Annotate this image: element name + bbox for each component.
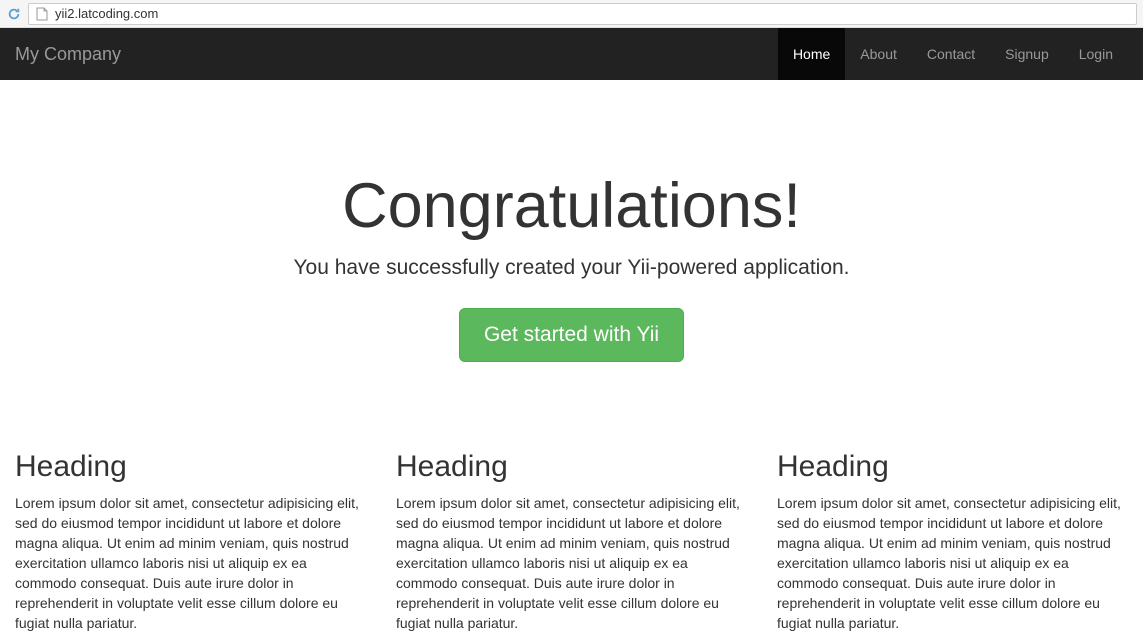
- feature-row: Heading Lorem ipsum dolor sit amet, cons…: [15, 450, 1128, 634]
- navbar-nav: Home About Contact Signup Login: [778, 28, 1128, 80]
- page-title: Congratulations!: [30, 170, 1113, 242]
- column-text: Lorem ipsum dolor sit amet, consectetur …: [777, 494, 1128, 634]
- url-text: yii2.latcoding.com: [55, 6, 1130, 21]
- get-started-button[interactable]: Get started with Yii: [459, 308, 684, 362]
- nav-item-home[interactable]: Home: [778, 28, 845, 80]
- page-icon: [35, 7, 49, 21]
- feature-column: Heading Lorem ipsum dolor sit amet, cons…: [396, 450, 747, 634]
- jumbotron: Congratulations! You have successfully c…: [0, 80, 1143, 410]
- feature-column: Heading Lorem ipsum dolor sit amet, cons…: [777, 450, 1128, 634]
- nav-item-login[interactable]: Login: [1064, 28, 1128, 80]
- feature-column: Heading Lorem ipsum dolor sit amet, cons…: [15, 450, 366, 634]
- navbar-brand[interactable]: My Company: [15, 44, 121, 65]
- page-lead: You have successfully created your Yii-p…: [30, 256, 1113, 280]
- navbar: My Company Home About Contact Signup Log…: [0, 28, 1143, 80]
- reload-icon[interactable]: [6, 6, 22, 22]
- column-heading: Heading: [777, 450, 1128, 484]
- browser-chrome: yii2.latcoding.com: [0, 0, 1143, 28]
- column-heading: Heading: [15, 450, 366, 484]
- column-text: Lorem ipsum dolor sit amet, consectetur …: [15, 494, 366, 634]
- nav-item-about[interactable]: About: [845, 28, 912, 80]
- body-content: Heading Lorem ipsum dolor sit amet, cons…: [0, 450, 1143, 634]
- nav-item-signup[interactable]: Signup: [990, 28, 1064, 80]
- column-text: Lorem ipsum dolor sit amet, consectetur …: [396, 494, 747, 634]
- column-heading: Heading: [396, 450, 747, 484]
- address-bar[interactable]: yii2.latcoding.com: [28, 3, 1137, 25]
- nav-item-contact[interactable]: Contact: [912, 28, 990, 80]
